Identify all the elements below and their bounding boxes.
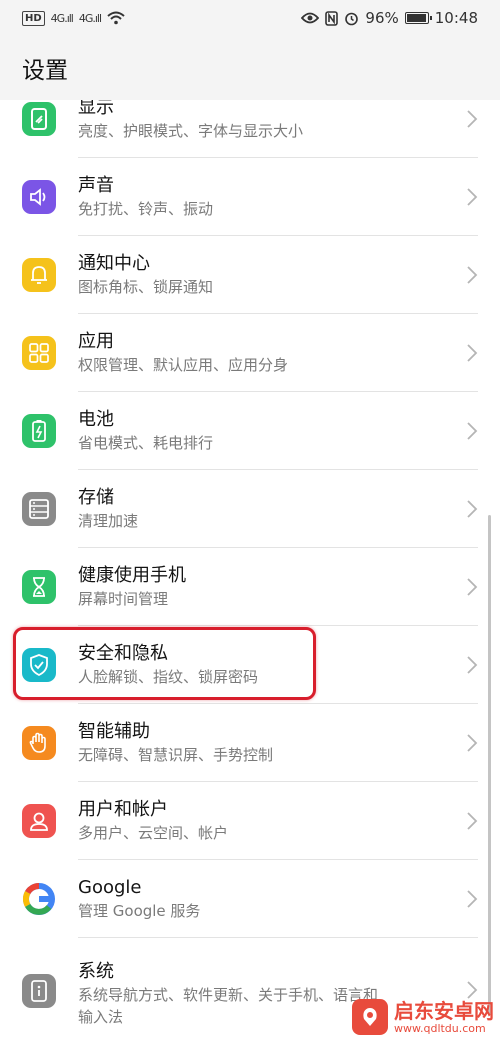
watermark-logo-icon (352, 999, 388, 1035)
watermark-name: 启东安卓网 (394, 998, 494, 1023)
page-title: 设置 (0, 36, 500, 100)
settings-item-subtitle: 屏幕时间管理 (78, 590, 169, 608)
nfc-icon (325, 10, 339, 26)
settings-item-title: Google (78, 877, 142, 898)
alarm-icon (345, 12, 359, 25)
eye-icon (301, 12, 320, 24)
settings-item-title: 声音 (78, 175, 114, 196)
settings-list[interactable]: 显示亮度、护眼模式、字体与显示大小 声音免打扰、铃声、振动 通知中心图标角标、锁屏通… (0, 100, 500, 1039)
settings-item[interactable]: 通知中心图标角标、锁屏通知 (0, 236, 500, 314)
settings-item-subtitle: 清理加速 (78, 512, 139, 530)
user-icon (22, 804, 56, 838)
settings-item[interactable]: 电池省电模式、耗电排行 (0, 392, 500, 470)
settings-item[interactable]: 显示亮度、护眼模式、字体与显示大小 (0, 100, 500, 158)
scrollbar[interactable] (488, 515, 491, 1015)
chevron-right-icon (467, 500, 478, 518)
chevron-right-icon (467, 110, 478, 128)
wifi-icon (107, 11, 125, 25)
chevron-right-icon (467, 812, 478, 830)
chevron-right-icon (467, 422, 478, 440)
settings-item[interactable]: 声音免打扰、铃声、振动 (0, 158, 500, 236)
battery-percent: 96% (365, 9, 399, 27)
chevron-right-icon (467, 188, 478, 206)
storage-icon (22, 492, 56, 526)
settings-item[interactable]: Google 管理 Google 服务 (0, 860, 500, 938)
settings-item-subtitle: 多用户、云空间、帐户 (78, 824, 229, 842)
apps-grid-icon (22, 336, 56, 370)
settings-item-title: 系统 (78, 961, 114, 982)
signal-icon-2: 4G.ıll (78, 11, 102, 25)
speaker-icon (22, 180, 56, 214)
settings-item-subtitle: 省电模式、耗电排行 (78, 434, 214, 452)
hand-icon (22, 726, 56, 760)
google-icon (22, 882, 56, 916)
system-icon (22, 974, 56, 1008)
display-icon (22, 102, 56, 136)
hourglass-icon (22, 570, 56, 604)
chevron-right-icon (467, 890, 478, 908)
settings-item-subtitle: 权限管理、默认应用、应用分身 (78, 356, 289, 374)
settings-item-title: 显示 (78, 100, 114, 118)
settings-item[interactable]: 应用权限管理、默认应用、应用分身 (0, 314, 500, 392)
settings-item-title: 应用 (78, 331, 114, 352)
settings-item-subtitle: 免打扰、铃声、振动 (78, 200, 214, 218)
bell-icon (22, 258, 56, 292)
settings-item-title: 智能辅助 (78, 721, 150, 742)
settings-item-title: 存储 (78, 487, 114, 508)
chevron-right-icon (467, 266, 478, 284)
clock-time: 10:48 (434, 9, 478, 27)
chevron-right-icon (467, 981, 478, 999)
settings-item-subtitle: 管理 Google 服务 (78, 902, 201, 920)
chevron-right-icon (467, 578, 478, 596)
watermark: 启东安卓网 www.qdltdu.com (352, 999, 494, 1035)
chevron-right-icon (467, 344, 478, 362)
watermark-url: www.qdltdu.com (394, 1021, 486, 1035)
status-bar: HD 4G.ıll 4G.ıll 96% 10:48 (0, 0, 500, 36)
settings-item[interactable]: 用户和帐户多用户、云空间、帐户 (0, 782, 500, 860)
settings-item-title: 通知中心 (78, 253, 150, 274)
settings-item[interactable]: 健康使用手机 屏幕时间管理 (0, 548, 500, 626)
settings-item[interactable]: 智能辅助无障碍、智慧识屏、手势控制 (0, 704, 500, 782)
settings-item-subtitle: 图标角标、锁屏通知 (78, 278, 214, 296)
signal-icon: 4G.ıll (50, 11, 74, 25)
settings-item-title: 电池 (78, 409, 114, 430)
settings-item[interactable]: 存储 清理加速 (0, 470, 500, 548)
chevron-right-icon (467, 734, 478, 752)
settings-item-title: 健康使用手机 (78, 565, 186, 586)
settings-item-subtitle: 无障碍、智慧识屏、手势控制 (78, 746, 274, 764)
battery-icon (404, 12, 432, 24)
settings-item-title: 用户和帐户 (78, 799, 168, 820)
chevron-right-icon (467, 656, 478, 674)
settings-item-subtitle: 亮度、护眼模式、字体与显示大小 (78, 122, 304, 140)
hd-indicator: HD (22, 10, 45, 26)
battery-icon (22, 414, 56, 448)
highlight-box (13, 627, 316, 700)
